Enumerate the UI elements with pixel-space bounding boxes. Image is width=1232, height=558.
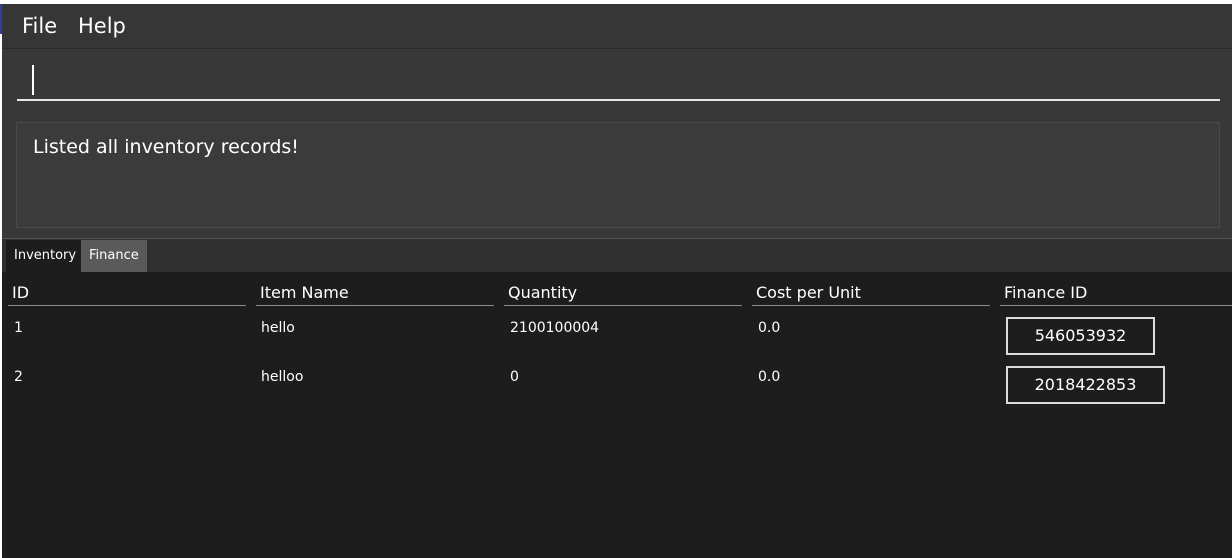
column-header-id[interactable]: ID (8, 282, 246, 306)
cell-cost-per-unit: 0.0 (758, 369, 781, 385)
tab-finance[interactable]: Finance (81, 240, 147, 272)
column-header-finance-id[interactable]: Finance ID (1000, 282, 1232, 306)
column-header-quantity[interactable]: Quantity (504, 282, 742, 306)
command-input[interactable] (17, 57, 1220, 101)
menu-file[interactable]: File (22, 13, 57, 39)
command-box-area (2, 49, 1232, 120)
cell-item-name: helloo (261, 369, 304, 385)
menu-bar: File Help (2, 4, 1232, 49)
finance-id-badge[interactable]: 2018422853 (1006, 366, 1165, 404)
cell-cost-per-unit: 0.0 (758, 320, 781, 336)
inventory-table: ID Item Name Quantity Cost per Unit Fina… (2, 272, 1232, 558)
menu-help[interactable]: Help (78, 13, 126, 39)
finance-id-badge[interactable]: 546053932 (1006, 317, 1155, 355)
cell-item-name: hello (261, 320, 295, 336)
result-display-area: Listed all inventory records! (2, 120, 1232, 238)
column-header-cost-per-unit[interactable]: Cost per Unit (752, 282, 990, 306)
result-message: Listed all inventory records! (33, 136, 299, 158)
cell-id: 1 (14, 320, 23, 336)
result-display-box: Listed all inventory records! (16, 122, 1220, 228)
tab-header: Inventory Finance (2, 238, 1232, 273)
cell-quantity: 2100100004 (510, 320, 600, 336)
tab-inventory[interactable]: Inventory (6, 240, 81, 272)
cell-id: 2 (14, 369, 23, 385)
text-caret (32, 65, 34, 95)
app-window: File Help Listed all inventory records! … (2, 4, 1232, 558)
cell-quantity: 0 (510, 369, 519, 385)
column-header-item-name[interactable]: Item Name (256, 282, 494, 306)
